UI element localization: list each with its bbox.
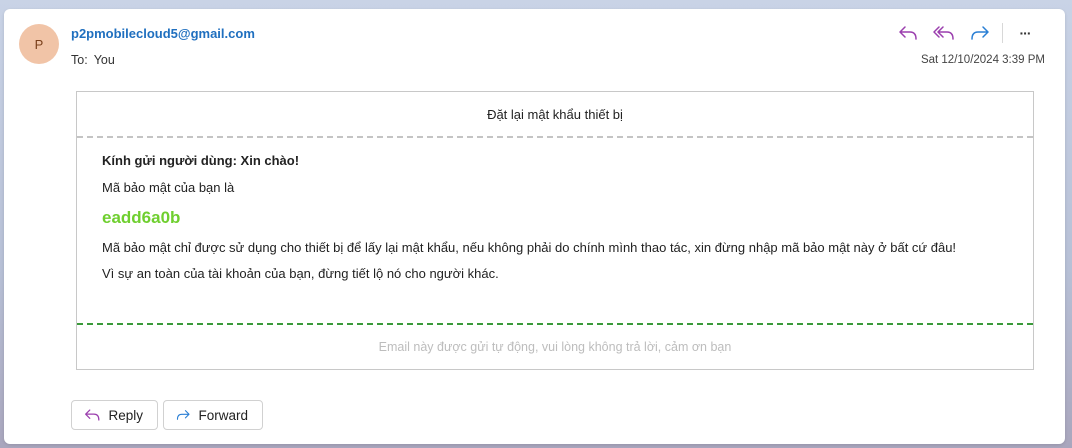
more-icon: ···: [1019, 25, 1032, 41]
reply-icon: [85, 409, 100, 421]
email-paragraph: Vì sự an toàn của tài khoản của bạn, đừn…: [102, 266, 499, 281]
email-intro: Mã bảo mật của bạn là: [102, 180, 235, 195]
message-card: P p2pmobilecloud5@gmail.com To: You Sat 1…: [4, 9, 1065, 444]
security-code: eadd6a0b: [102, 208, 181, 227]
reply-button[interactable]: [890, 21, 926, 45]
toolbar-divider: [1002, 23, 1003, 43]
email-greeting: Kính gửi người dùng: Xin chào!: [102, 153, 300, 168]
email-footer: Email này được gửi tự động, vui lòng khô…: [77, 323, 1033, 369]
email-content: Kính gửi người dùng: Xin chào! Mã bảo mậ…: [77, 153, 1033, 281]
message-actions: ···: [890, 21, 1043, 45]
recipient-label: To:: [71, 53, 88, 67]
forward-button-bottom[interactable]: Forward: [163, 400, 263, 430]
sender-email[interactable]: p2pmobilecloud5@gmail.com: [71, 26, 255, 41]
avatar-initial: P: [34, 36, 44, 52]
reply-icon: [899, 26, 917, 40]
message-date: Sat 12/10/2024 3:39 PM: [920, 54, 1045, 66]
more-options-button[interactable]: ···: [1007, 21, 1043, 45]
forward-label: Forward: [198, 407, 248, 423]
reply-button-bottom[interactable]: Reply: [71, 400, 158, 430]
avatar[interactable]: P: [19, 24, 59, 64]
forward-icon: [176, 410, 190, 420]
reply-label: Reply: [108, 407, 143, 423]
email-body-frame: Đặt lại mật khẩu thiết bị Kính gửi người…: [76, 91, 1034, 370]
reply-all-button[interactable]: [926, 21, 962, 45]
email-header: Đặt lại mật khẩu thiết bị: [77, 92, 1033, 138]
reply-all-icon: [933, 26, 954, 40]
forward-icon: [971, 26, 989, 40]
recipient-line: To: You: [71, 53, 115, 67]
forward-button[interactable]: [962, 21, 998, 45]
recipient-value[interactable]: You: [94, 53, 115, 67]
email-paragraph: Mã bảo mật chỉ được sử dụng cho thiết bị…: [102, 240, 957, 255]
